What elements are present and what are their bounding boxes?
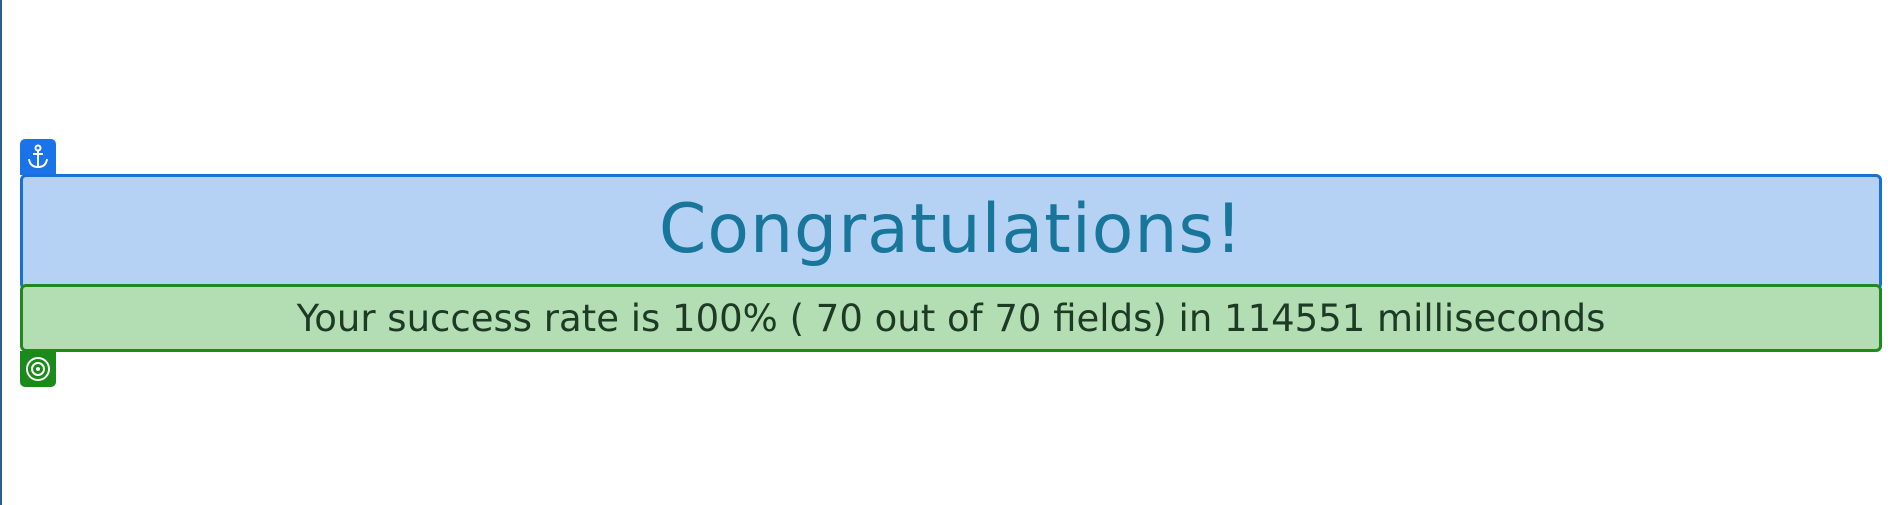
success-rate-text: Your success rate is 100% ( 70 out of 70… <box>296 296 1606 340</box>
page-title: Congratulations! <box>658 189 1244 269</box>
anchor-icon <box>20 139 56 175</box>
target-icon <box>20 351 56 387</box>
heading-panel: Congratulations! <box>20 174 1882 290</box>
result-panel: Your success rate is 100% ( 70 out of 70… <box>20 284 1882 352</box>
result-page: Congratulations! Your success rate is 10… <box>0 0 1898 505</box>
